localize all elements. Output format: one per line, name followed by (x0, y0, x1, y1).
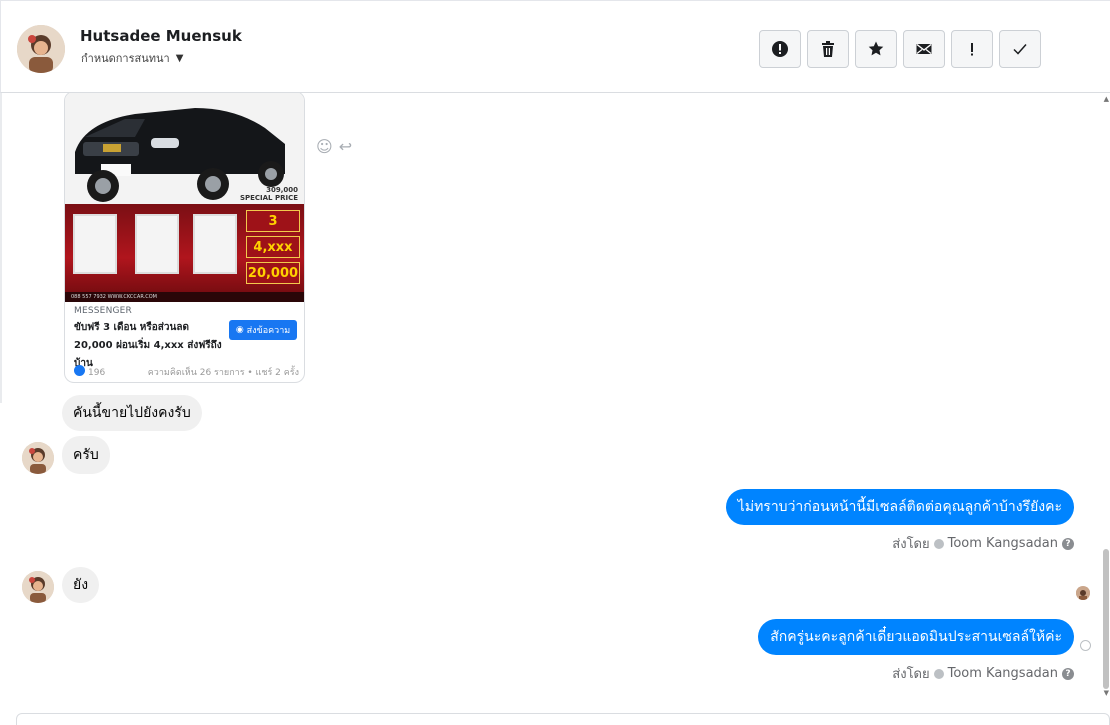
promo-tag-text: 4,xxx (253, 239, 293, 255)
send-message-button[interactable]: ◉ ส่งข้อความ (229, 320, 297, 340)
ad-comments: ความคิดเห็น 26 รายการ • แชร์ 2 ครั้ง (147, 368, 299, 378)
divider (0, 93, 2, 403)
thread-scrollbar[interactable]: ▲ ▼ (1101, 93, 1110, 703)
conversation-schedule[interactable]: กำหนดการสนทนา ▼ (81, 49, 183, 67)
outgoing-message[interactable]: สักครู่นะคะลูกค้าเดี๋ยวแอดมินประสานเซลล์… (758, 619, 1074, 655)
scroll-down-icon[interactable]: ▼ (1104, 689, 1109, 697)
header-actions (759, 30, 1041, 68)
promo-tag-text: 3 (268, 213, 278, 229)
caret-down-icon: ▼ (175, 52, 184, 64)
ad-thumbnail (73, 214, 117, 274)
star-button[interactable] (855, 30, 897, 68)
sent-by-agent[interactable]: Toom Kangsadan (948, 666, 1058, 681)
mark-unread-button[interactable] (903, 30, 945, 68)
follow-up-button[interactable] (951, 30, 993, 68)
react-icon[interactable]: ☺ (316, 137, 333, 156)
reply-icon[interactable]: ↩ (339, 137, 352, 156)
contact-avatar[interactable] (17, 25, 65, 73)
ad-source-label: MESSENGER (74, 306, 133, 316)
outgoing-message[interactable]: ไม่ทราบว่าก่อนหน้านี้มีเซลล์ติดต่อคุณลูก… (725, 489, 1074, 525)
contact-avatar (22, 571, 54, 603)
delete-button[interactable] (807, 30, 849, 68)
incoming-message[interactable]: ยัง (62, 567, 100, 603)
promo-tag: 3 (246, 210, 300, 232)
promo-tag: 4,xxx (246, 236, 300, 258)
ad-likes-count: 196 (88, 368, 106, 378)
alert-icon (772, 41, 788, 57)
inbox-app: Hutsadee Muensuk กำหนดการสนทนา ▼ 309,000… (0, 0, 1110, 725)
message-actions: ☺ ↩ (316, 137, 352, 156)
shared-ad-card[interactable]: 309,000 SPECIAL PRICE 3 4,xxx 20,000 088… (64, 93, 305, 383)
promo-tag: 20,000 (246, 262, 300, 284)
star-icon (868, 41, 884, 56)
trash-icon (822, 41, 834, 57)
ad-likes: 196 (74, 365, 105, 379)
verified-icon (933, 668, 944, 679)
incoming-message[interactable]: คันนี้ขายไปยังคงรับ (62, 395, 202, 431)
messenger-icon: ◉ (235, 325, 244, 335)
sent-by-line: ส่งโดย Toom Kangsadan ? (892, 663, 1074, 684)
contact-name[interactable]: Hutsadee Muensuk (80, 27, 242, 45)
help-icon[interactable]: ? (1062, 667, 1074, 680)
ad-price-value: 309,000 (266, 186, 298, 194)
contact-avatar (22, 442, 54, 474)
delivered-icon (1080, 640, 1091, 651)
ad-engagement: 196 ความคิดเห็น 26 รายการ • แชร์ 2 ครั้ง (74, 365, 299, 379)
exclamation-icon (971, 43, 973, 56)
send-message-label: ส่งข้อความ (246, 326, 291, 336)
ad-footer-strip: 088 557 7932 WWW.CKCCAR.COM (65, 292, 304, 302)
incoming-message[interactable]: ครับ (62, 436, 110, 474)
verified-icon (933, 538, 944, 549)
sent-by-agent[interactable]: Toom Kangsadan (948, 536, 1058, 551)
mail-icon (916, 43, 932, 54)
sent-by-prefix: ส่งโดย (892, 667, 930, 682)
sent-by-prefix: ส่งโดย (892, 537, 930, 552)
seen-avatar (1076, 586, 1090, 600)
like-icon (74, 365, 85, 376)
conversation-schedule-label: กำหนดการสนทนา (81, 52, 170, 65)
conversation-header: Hutsadee Muensuk กำหนดการสนทนา ▼ (0, 0, 1110, 93)
ad-price: 309,000 SPECIAL PRICE (240, 186, 298, 202)
help-icon[interactable]: ? (1062, 537, 1074, 550)
message-thread[interactable]: 309,000 SPECIAL PRICE 3 4,xxx 20,000 088… (0, 93, 1110, 713)
promo-tag-text: 20,000 (247, 265, 299, 281)
message-composer[interactable] (16, 713, 1110, 725)
mark-spam-button[interactable] (759, 30, 801, 68)
ad-image[interactable]: 309,000 SPECIAL PRICE 3 4,xxx 20,000 088… (65, 93, 304, 302)
mark-done-button[interactable] (999, 30, 1041, 68)
ad-thumbnail (193, 214, 237, 274)
ad-thumbnail (135, 214, 179, 274)
scroll-thumb[interactable] (1103, 549, 1109, 689)
scroll-up-icon[interactable]: ▲ (1104, 95, 1109, 103)
sent-by-line: ส่งโดย Toom Kangsadan ? (892, 533, 1074, 554)
check-icon (1013, 44, 1027, 55)
ad-price-label: SPECIAL PRICE (239, 194, 298, 202)
